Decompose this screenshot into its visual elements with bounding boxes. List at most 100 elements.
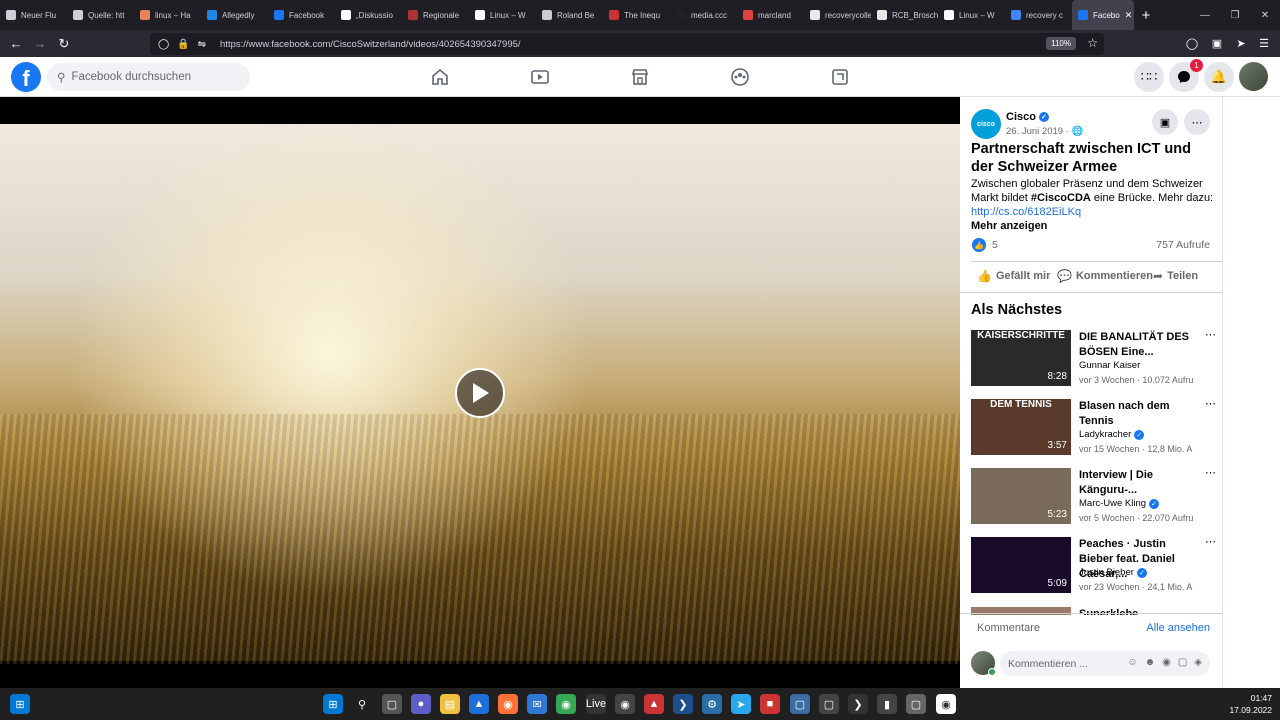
list-item[interactable]: DEM TENNIS 3:57 Blasen nach dem Tennis Lady… — [971, 398, 1216, 455]
gif-icon[interactable]: ▢ — [1178, 657, 1187, 668]
video-title[interactable]: Interview | Die Känguru-... — [1079, 468, 1199, 498]
defender-icon[interactable]: ▲ — [469, 694, 489, 714]
video-channel[interactable]: Justin Bieber ✓ — [1079, 567, 1147, 578]
watch-icon[interactable] — [528, 65, 552, 89]
minimize-icon[interactable]: — — [1190, 0, 1220, 30]
menu-grid-icon[interactable]: ∷∷ — [1134, 62, 1164, 92]
shield-icon[interactable]: ◯ — [158, 39, 169, 50]
marketplace-icon[interactable] — [628, 65, 652, 89]
app-icon[interactable]: ◉ — [615, 694, 635, 714]
more-options-icon[interactable]: ⋯ — [1184, 109, 1210, 135]
pocket-icon[interactable]: ◯ — [1182, 33, 1202, 53]
browser-tab[interactable]: Linux – W — [938, 0, 1005, 30]
messenger-icon[interactable]: 1 — [1169, 59, 1203, 92]
chart-app-icon[interactable]: ▮ — [877, 694, 897, 714]
forward-icon[interactable]: → — [28, 32, 52, 56]
app-icon[interactable]: ▢ — [819, 694, 839, 714]
list-item[interactable]: 5:23 Interview | Die Känguru-... Marc-Uwe … — [971, 466, 1216, 524]
browser-tab[interactable]: Facebook — [268, 0, 335, 30]
video-title[interactable]: DIE BANALITÄT DES BÖSEN Eine... — [1079, 330, 1199, 360]
chrome-icon[interactable]: ◉ — [556, 694, 576, 714]
more-options-icon[interactable]: ⋯ — [1205, 535, 1216, 548]
channel-name[interactable]: Marc-Uwe Kling — [1079, 498, 1146, 509]
video-title[interactable]: Blasen nach dem Tennis — [1079, 399, 1199, 429]
reload-icon[interactable]: ↻ — [52, 32, 76, 56]
browser-tab[interactable]: RCB_Broschur — [871, 0, 938, 30]
video-channel[interactable]: Ladykracher ✓ — [1079, 429, 1145, 440]
telegram-icon[interactable]: ➤ — [731, 694, 751, 714]
save-video-icon[interactable]: ▣ — [1152, 109, 1178, 135]
browser-tab[interactable]: Roland Be — [536, 0, 603, 30]
app-icon[interactable]: ▢ — [906, 694, 926, 714]
channel-name[interactable]: Gunnar Kaiser — [1079, 360, 1140, 371]
play-button[interactable] — [455, 368, 505, 418]
show-more-link[interactable]: Mehr anzeigen — [971, 220, 1047, 232]
file-explorer-icon[interactable]: ▤ — [440, 694, 460, 714]
cisco-avatar[interactable]: cisco — [971, 109, 1001, 139]
browser-tab[interactable]: The Inequ — [603, 0, 670, 30]
browser-tab[interactable]: Linux – W — [469, 0, 536, 30]
app-icon[interactable]: ▲ — [644, 694, 664, 714]
app-icon[interactable]: ◉ — [936, 694, 956, 714]
news-icon[interactable]: ■ — [760, 694, 780, 714]
notifications-bell-icon[interactable]: 🔔 — [1204, 62, 1234, 92]
browser-tab[interactable]: Neuer Flu — [0, 0, 67, 30]
more-options-icon[interactable]: ⋯ — [1205, 466, 1216, 479]
app-icon[interactable]: ▢ — [790, 694, 810, 714]
browser-tab-active[interactable]: Facebo ✕ — [1072, 0, 1134, 30]
close-tab-icon[interactable]: ✕ — [1125, 10, 1133, 21]
comment-button[interactable]: 💬 Kommentieren — [1057, 269, 1153, 283]
video-channel[interactable]: Marc-Uwe Kling ✓ — [1079, 498, 1160, 509]
start-icon[interactable]: ⊞ — [323, 694, 343, 714]
comment-input[interactable]: Kommentieren ... ☺ ☻ ◉ ▢ ◈ — [1000, 651, 1210, 676]
post-date-text[interactable]: 26. Juni 2019 · — [1006, 126, 1069, 137]
terminal-icon[interactable]: ❯ — [848, 694, 868, 714]
browser-tab[interactable]: Allegedly — [201, 0, 268, 30]
system-clock[interactable]: 01:47 17.09.2022 — [1229, 692, 1272, 716]
video-thumbnail[interactable]: 5:09 — [971, 537, 1071, 593]
post-date[interactable]: 26. Juni 2019 · 🌐 — [1006, 126, 1083, 137]
live-icon[interactable]: Live — [586, 694, 606, 714]
browser-tab[interactable]: linux – Ha — [134, 0, 201, 30]
extension-icon[interactable]: ➤ — [1231, 33, 1251, 53]
zoom-level[interactable]: 110% — [1046, 37, 1076, 50]
share-button[interactable]: ➦ Teilen — [1153, 269, 1198, 283]
powershell-icon[interactable]: ❯ — [673, 694, 693, 714]
url-bar[interactable]: ◯ 🔒 ⇋ https://www.facebook.com/CiscoSwit… — [150, 33, 1104, 55]
search-input[interactable]: ⚲ Facebook durchsuchen — [47, 63, 250, 91]
emoji-icon[interactable]: ☻ — [1145, 657, 1156, 668]
back-icon[interactable]: ← — [4, 32, 28, 56]
page-name-text[interactable]: Cisco — [1006, 111, 1036, 123]
groups-icon[interactable] — [728, 65, 752, 89]
gaming-icon[interactable] — [828, 65, 852, 89]
browser-tab[interactable]: marcland — [737, 0, 804, 30]
profile-avatar[interactable] — [1239, 62, 1268, 91]
permissions-icon[interactable]: ⇋ — [198, 39, 206, 50]
menu-icon[interactable]: ☰ — [1254, 33, 1274, 53]
channel-name[interactable]: Ladykracher — [1079, 429, 1131, 440]
new-tab-button[interactable]: + — [1134, 7, 1158, 24]
browser-tab[interactable]: recovery c — [1005, 0, 1072, 30]
firefox-icon[interactable]: ◉ — [498, 694, 518, 714]
like-button[interactable]: 👍 Gefällt mir — [977, 269, 1050, 283]
browser-tab[interactable]: media.ccc — [670, 0, 737, 30]
task-view-icon[interactable]: ▢ — [382, 694, 402, 714]
video-thumbnail[interactable]: KAISERSCHRITTE 8:28 — [971, 330, 1071, 386]
teams-icon[interactable]: ● — [411, 694, 431, 714]
thunderbird-icon[interactable]: ✉ — [527, 694, 547, 714]
avatar-sticker-icon[interactable]: ☺ — [1127, 657, 1137, 668]
post-link[interactable]: http://cs.co/6182EiLKq — [971, 206, 1081, 218]
ublock-icon[interactable]: ▣ — [1207, 33, 1227, 53]
list-item[interactable]: 5:09 Peaches · Justin Bieber feat. Daniel… — [971, 535, 1216, 593]
home-icon[interactable] — [428, 65, 452, 89]
lock-icon[interactable]: 🔒 — [177, 39, 189, 50]
close-window-icon[interactable]: ✕ — [1250, 0, 1280, 30]
url-text[interactable]: https://www.facebook.com/CiscoSwitzerlan… — [220, 39, 520, 50]
video-thumbnail[interactable]: DEM TENNIS 3:57 — [971, 399, 1071, 455]
list-item[interactable]: KAISERSCHRITTE 8:28 DIE BANALITÄT DES BÖSE… — [971, 329, 1216, 386]
browser-tab[interactable]: „Diskussio — [335, 0, 402, 30]
settings-icon[interactable]: ⚙ — [702, 694, 722, 714]
bookmark-star-icon[interactable]: ☆ — [1087, 36, 1098, 50]
hashtag-link[interactable]: #CiscoCDA — [1031, 192, 1091, 204]
page-name[interactable]: Cisco ✓ — [1006, 111, 1049, 123]
